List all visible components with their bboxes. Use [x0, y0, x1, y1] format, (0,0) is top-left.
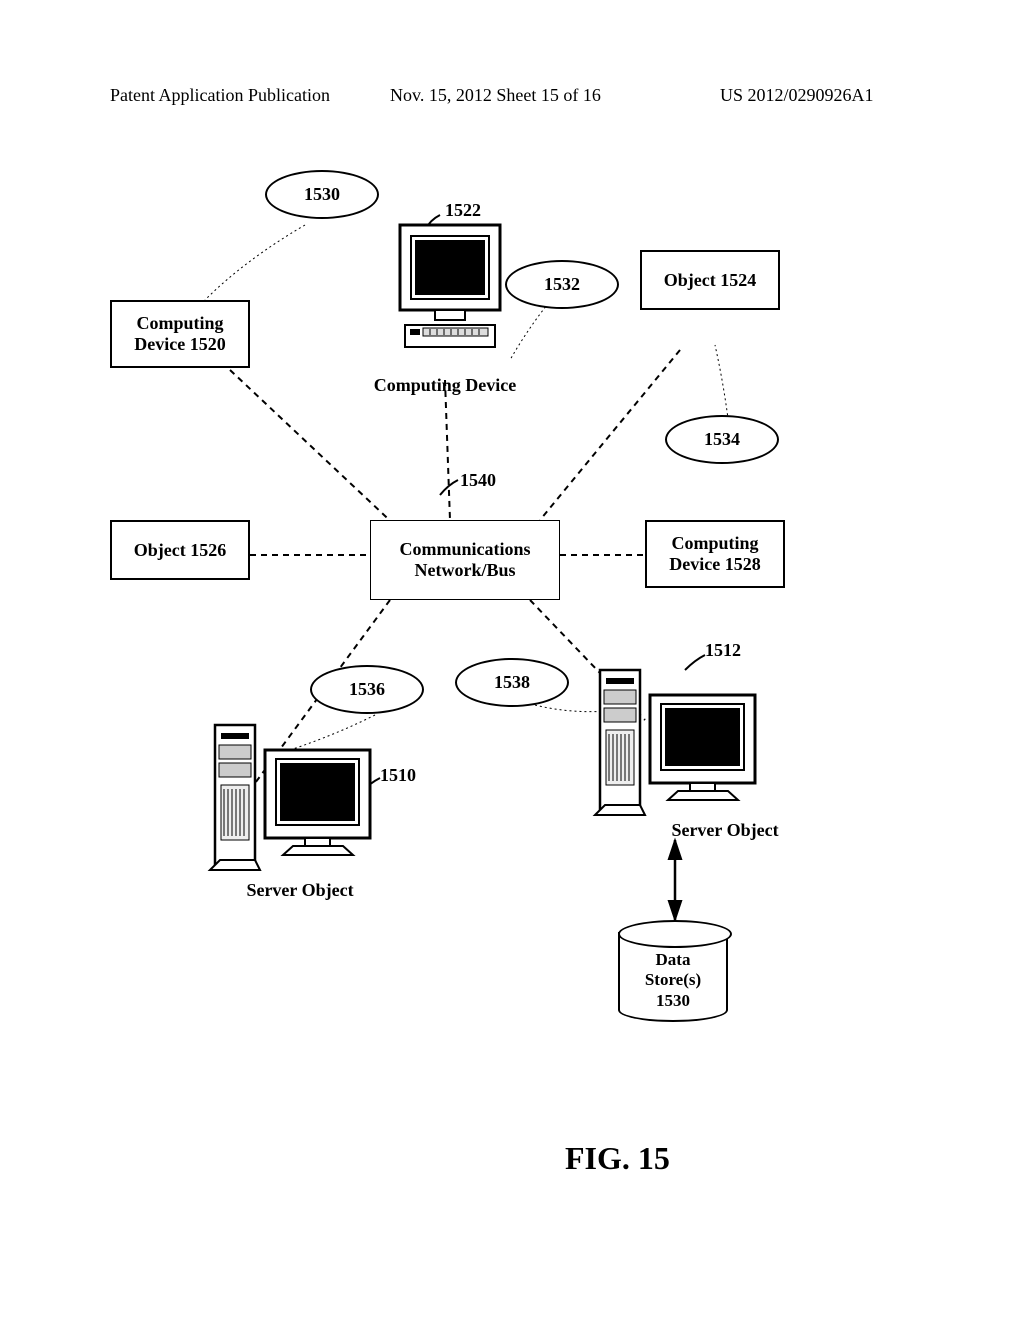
ellipse-1534: 1534	[665, 415, 779, 464]
ellipse-1530: 1530	[265, 170, 379, 219]
label-server-object-right: Server Object	[645, 820, 805, 841]
label-object-1526: Object 1526	[134, 540, 226, 561]
label-computing-device-1528: Computing Device 1528	[669, 533, 760, 575]
ellipse-1538: 1538	[455, 658, 569, 707]
ref-1530: 1530	[304, 184, 340, 205]
ref-1532: 1532	[544, 274, 580, 295]
header-docnum: US 2012/0290926A1	[720, 85, 874, 106]
label-data-store: Data Store(s) 1530	[618, 950, 728, 1011]
header-publication: Patent Application Publication	[110, 85, 330, 106]
box-comm-network: Communications Network/Bus	[370, 520, 560, 600]
label-object-1524: Object 1524	[664, 270, 756, 291]
box-object-1524: Object 1524	[640, 250, 780, 310]
box-object-1526: Object 1526	[110, 520, 250, 580]
box-computing-device-1520: Computing Device 1520	[110, 300, 250, 368]
ref-1522: 1522	[445, 200, 481, 221]
header-sheet: Nov. 15, 2012 Sheet 15 of 16	[390, 85, 601, 106]
ref-1534: 1534	[704, 429, 740, 450]
label-comm-network: Communications Network/Bus	[399, 539, 530, 581]
server-right-icon	[590, 660, 770, 830]
ref-1510: 1510	[380, 765, 416, 786]
server-left-icon	[205, 715, 385, 885]
ref-1536: 1536	[349, 679, 385, 700]
ref-1538: 1538	[494, 672, 530, 693]
ref-1540: 1540	[460, 470, 496, 491]
label-computing-device-center: Computing Device	[355, 375, 535, 396]
figure-diagram: 1530 1532 1534 1536 1538 Computing Devic…	[90, 160, 910, 1110]
computer-monitor-icon	[385, 215, 515, 375]
ellipse-1532: 1532	[505, 260, 619, 309]
data-store-cylinder: Data Store(s) 1530	[618, 920, 728, 1030]
figure-label: FIG. 15	[565, 1140, 670, 1177]
ellipse-1536: 1536	[310, 665, 424, 714]
box-computing-device-1528: Computing Device 1528	[645, 520, 785, 588]
label-computing-device-1520: Computing Device 1520	[134, 313, 225, 355]
label-server-object-left: Server Object	[220, 880, 380, 901]
ref-1512: 1512	[705, 640, 741, 661]
